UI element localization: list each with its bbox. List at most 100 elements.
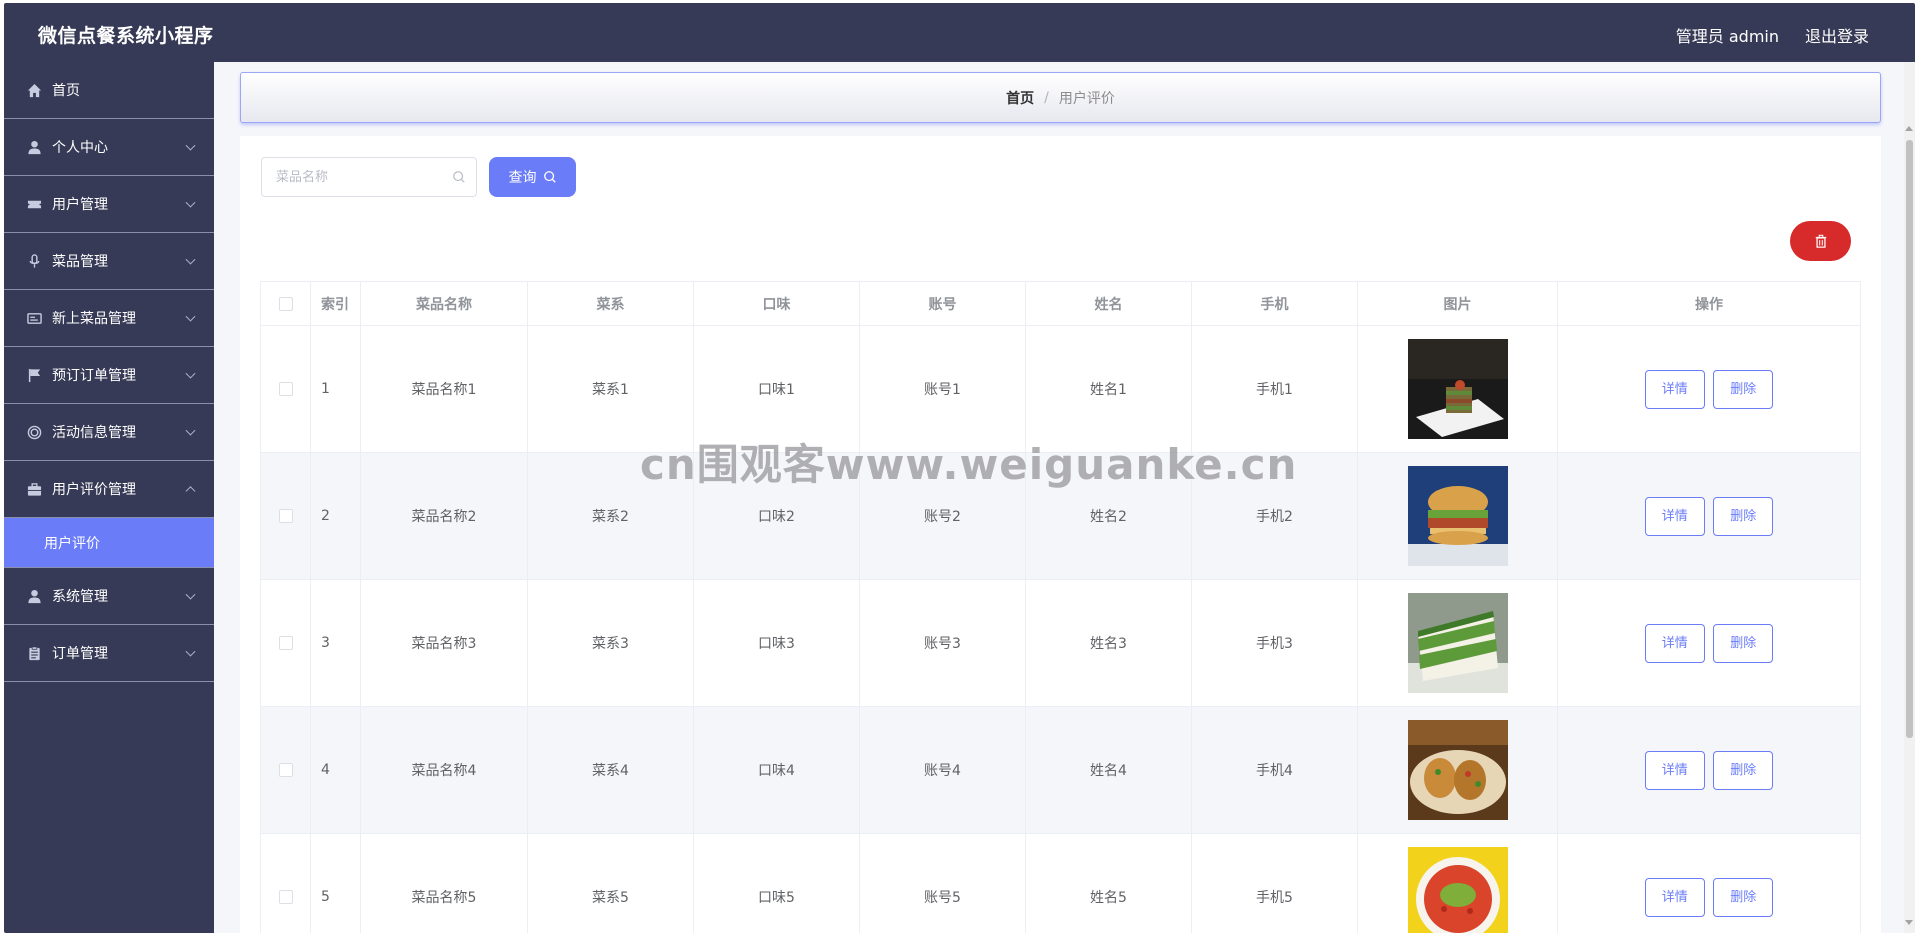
row-select-cell <box>260 833 311 933</box>
sidebar-item-dish-management[interactable]: 菜品管理 <box>4 233 214 290</box>
cell-name: 姓名1 <box>1025 325 1192 453</box>
table-row: 4 菜品名称4 菜系4 口味4 账号4 姓名4 手机4 详情 删除 <box>260 706 1861 834</box>
cell-phone: 手机4 <box>1191 706 1358 834</box>
row-checkbox[interactable] <box>278 509 293 523</box>
sidebar-item-new-dish-management[interactable]: 新上菜品管理 <box>4 290 214 347</box>
breadcrumb-separator: / <box>1044 89 1049 106</box>
breadcrumb-current: 用户评价 <box>1058 90 1115 107</box>
row-checkbox[interactable] <box>278 636 293 650</box>
scrollbar[interactable] <box>1904 62 1915 933</box>
cell-name: 姓名3 <box>1025 579 1192 707</box>
microphone-icon <box>26 253 42 269</box>
cell-index: 2 <box>310 452 361 580</box>
cell-cuisine: 菜系3 <box>527 579 694 707</box>
breadcrumb-home[interactable]: 首页 <box>1006 88 1034 108</box>
sidebar-item-review-management[interactable]: 用户评价管理 <box>4 461 214 518</box>
chevron-down-icon <box>185 311 196 322</box>
delete-button[interactable]: 删除 <box>1713 877 1774 917</box>
cell-taste: 口味5 <box>693 833 860 933</box>
chevron-down-icon <box>185 140 196 151</box>
cell-phone: 手机3 <box>1191 579 1358 707</box>
cell-index: 3 <box>310 579 361 707</box>
sidebar-item-order-management[interactable]: 订单管理 <box>4 625 214 682</box>
delete-button[interactable]: 删除 <box>1713 623 1774 663</box>
column-header: 口味 <box>693 281 860 326</box>
row-select-cell <box>260 325 311 453</box>
cell-name: 姓名5 <box>1025 833 1192 933</box>
sidebar-item-label: 活动信息管理 <box>52 425 136 441</box>
sidebar-item-activity-management[interactable]: 活动信息管理 <box>4 404 214 461</box>
content-panel: 查询 索引 菜品名称 菜系 口味 账号 <box>240 136 1881 933</box>
sidebar-item-user-management[interactable]: 用户管理 <box>4 176 214 233</box>
delete-button[interactable]: 删除 <box>1713 750 1774 790</box>
cell-actions: 详情 删除 <box>1557 833 1861 933</box>
column-header: 手机 <box>1191 281 1358 326</box>
detail-button[interactable]: 详情 <box>1644 750 1705 790</box>
cell-dish: 菜品名称1 <box>360 325 528 453</box>
sidebar-item-label: 首页 <box>52 83 80 99</box>
search-icon <box>453 171 465 183</box>
cell-image <box>1357 325 1558 453</box>
sidebar-item-personal-center[interactable]: 个人中心 <box>4 119 214 176</box>
ticket-icon <box>26 196 42 212</box>
column-header: 姓名 <box>1025 281 1192 326</box>
sidebar: 首页 个人中心 用户管理 菜品管理 新上菜品管理 预订订单管理 活动信息管理 用… <box>4 62 214 933</box>
cell-phone: 手机1 <box>1191 325 1358 453</box>
cell-index: 5 <box>310 833 361 933</box>
chevron-down-icon <box>185 425 196 436</box>
dish-name-search-input[interactable] <box>262 158 442 196</box>
detail-button[interactable]: 详情 <box>1644 369 1705 409</box>
detail-button[interactable]: 详情 <box>1644 877 1705 917</box>
cell-account: 账号3 <box>859 579 1026 707</box>
delete-button[interactable]: 删除 <box>1713 369 1774 409</box>
review-table: 索引 菜品名称 菜系 口味 账号 姓名 手机 图片 操作 1 菜品名称1 菜系1… <box>260 281 1861 933</box>
cell-actions: 详情 删除 <box>1557 452 1861 580</box>
detail-button[interactable]: 详情 <box>1644 496 1705 536</box>
sidebar-item-home[interactable]: 首页 <box>4 62 214 119</box>
sidebar-item-system-management[interactable]: 系统管理 <box>4 568 214 625</box>
row-checkbox[interactable] <box>278 382 293 396</box>
sidebar-item-label: 用户管理 <box>52 197 108 213</box>
cell-actions: 详情 删除 <box>1557 325 1861 453</box>
user-icon <box>26 588 42 604</box>
table-row: 1 菜品名称1 菜系1 口味1 账号1 姓名1 手机1 详情 删除 <box>260 325 1861 453</box>
row-select-cell <box>260 452 311 580</box>
cell-dish: 菜品名称2 <box>360 452 528 580</box>
cell-actions: 详情 删除 <box>1557 706 1861 834</box>
app-title: 微信点餐系统小程序 <box>38 25 214 47</box>
table-row: 2 菜品名称2 菜系2 口味2 账号2 姓名2 手机2 详情 删除 <box>260 452 1861 580</box>
cell-index: 4 <box>310 706 361 834</box>
scrollbar-thumb[interactable] <box>1906 140 1913 738</box>
scroll-down-arrow-icon[interactable] <box>1905 920 1913 925</box>
cell-image <box>1357 452 1558 580</box>
delete-button[interactable]: 删除 <box>1713 496 1774 536</box>
query-button[interactable]: 查询 <box>489 157 576 197</box>
cell-cuisine: 菜系4 <box>527 706 694 834</box>
sidebar-subitem-label: 用户评价 <box>44 535 100 552</box>
flag-icon <box>26 367 42 383</box>
chevron-down-icon <box>185 646 196 657</box>
target-icon <box>26 424 42 440</box>
cell-taste: 口味4 <box>693 706 860 834</box>
dish-image <box>1407 847 1508 933</box>
cell-dish: 菜品名称4 <box>360 706 528 834</box>
sidebar-item-label: 系统管理 <box>52 589 108 605</box>
table-header-row: 索引 菜品名称 菜系 口味 账号 姓名 手机 图片 操作 <box>260 281 1861 326</box>
batch-delete-button[interactable] <box>1790 221 1851 261</box>
dish-image <box>1407 593 1508 693</box>
scroll-up-arrow-icon[interactable] <box>1905 126 1913 131</box>
column-header: 菜品名称 <box>360 281 528 326</box>
sidebar-item-reservation-orders[interactable]: 预订订单管理 <box>4 347 214 404</box>
breadcrumb: 首页 / 用户评价 <box>240 72 1881 123</box>
cell-account: 账号5 <box>859 833 1026 933</box>
table-row: 5 菜品名称5 菜系5 口味5 账号5 姓名5 手机5 详情 删除 <box>260 833 1861 933</box>
chevron-down-icon <box>185 197 196 208</box>
select-all-checkbox[interactable] <box>278 296 293 311</box>
logout-link[interactable]: 退出登录 <box>1805 23 1869 47</box>
row-checkbox[interactable] <box>278 890 293 904</box>
cell-account: 账号1 <box>859 325 1026 453</box>
detail-button[interactable]: 详情 <box>1644 623 1705 663</box>
row-checkbox[interactable] <box>278 763 293 777</box>
sidebar-subitem-user-review[interactable]: 用户评价 <box>4 518 214 568</box>
cell-cuisine: 菜系2 <box>527 452 694 580</box>
